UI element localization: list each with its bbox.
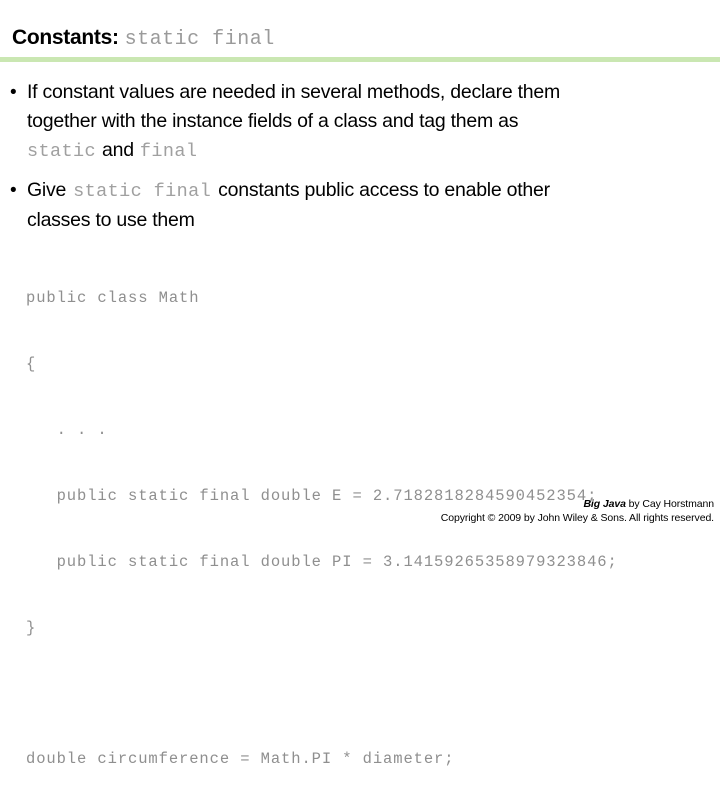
bullet-2-line-1: • Give static final constants public acces… xyxy=(10,176,710,206)
bullet-marker-icon: • xyxy=(10,82,17,103)
bullet-1-line-2: together with the instance fields of a c… xyxy=(10,107,710,136)
bullet-1-line-2-text: together with the instance fields of a c… xyxy=(27,110,519,132)
bullet-2-keyword-static-final: static final xyxy=(73,181,212,202)
bullet-2-line-2-text: classes to use them xyxy=(27,209,195,231)
bullet-1-keyword-static: static xyxy=(27,141,97,162)
slide-title-code: static final xyxy=(124,28,275,51)
footer-attribution: Big Java by Cay Horstmann xyxy=(0,498,714,511)
bullet-1-conjunction: and xyxy=(102,139,134,161)
code-line: public class Math xyxy=(26,289,200,307)
footer-book-title: Big Java xyxy=(583,498,626,510)
code-line: double circumference = Math.PI * diamete… xyxy=(26,750,455,768)
code-line: } xyxy=(26,619,37,637)
code-line: public static final double PI = 3.141592… xyxy=(26,553,618,571)
footer-copyright: Copyright © 2009 by John Wiley & Sons. A… xyxy=(440,512,714,524)
slide-title-main: Constants: xyxy=(12,26,119,49)
code-line: { xyxy=(26,355,37,373)
bullet-1-line-3: static and final xyxy=(10,136,710,166)
code-line: . . . xyxy=(26,421,108,439)
footer-byline: by Cay Horstmann xyxy=(625,498,714,510)
slide-footer: Big Java by Cay Horstmann Copyright © 20… xyxy=(0,498,714,525)
bullet-2-line-1-text-a: Give xyxy=(27,179,67,201)
bullet-item-1: • If constant values are needed in sever… xyxy=(10,78,710,166)
slide-title: Constants: static final xyxy=(12,26,712,54)
bullet-2-line-2: classes to use them xyxy=(10,206,710,235)
bullet-item-2: • Give static final constants public acces… xyxy=(10,176,710,235)
bullet-2-line-1-text-b: constants public access to enable other xyxy=(218,179,550,201)
bullet-1-line-1-text: If constant values are needed in several… xyxy=(27,81,560,103)
bullet-1-line-1: • If constant values are needed in sever… xyxy=(10,78,710,107)
bullet-1-keyword-final: final xyxy=(139,141,198,162)
title-divider xyxy=(0,57,720,62)
bullet-marker-icon: • xyxy=(10,180,17,201)
